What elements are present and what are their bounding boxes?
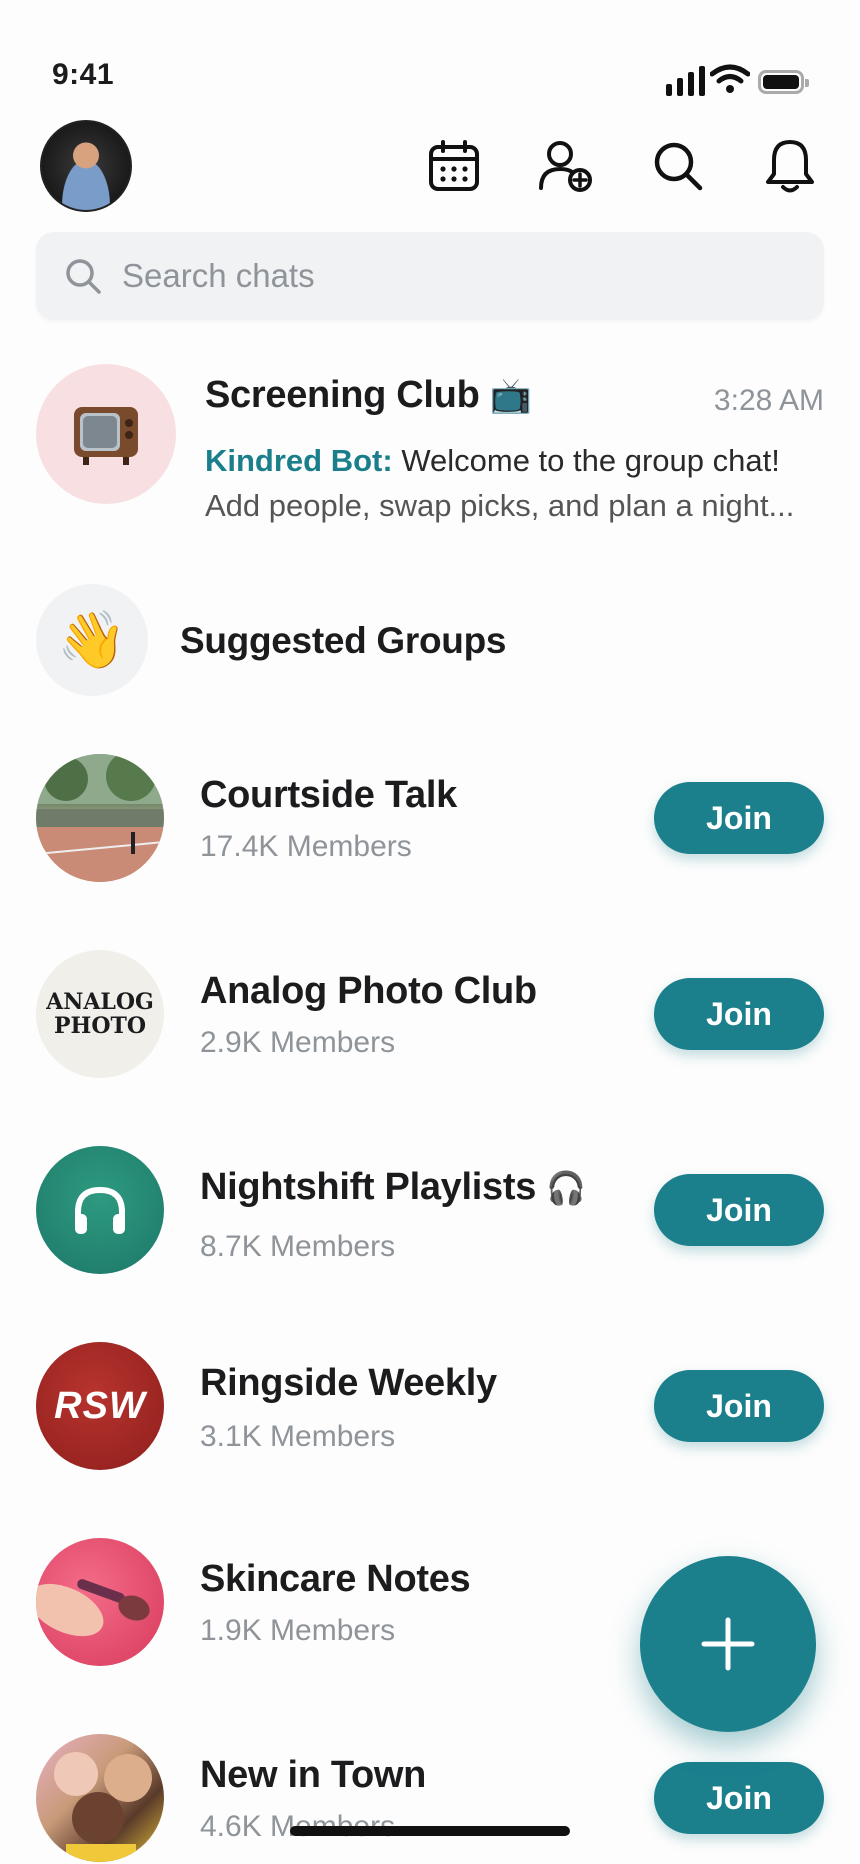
section-title: Suggested Groups xyxy=(180,620,507,661)
bell-icon[interactable] xyxy=(760,136,820,196)
group-name[interactable]: Courtside Talk xyxy=(200,774,457,817)
search-icon[interactable] xyxy=(648,136,708,196)
group-avatar-newintown[interactable] xyxy=(36,1734,164,1862)
chat-timestamp: 3:28 AM xyxy=(713,384,824,417)
group-members: 17.4K Members xyxy=(200,830,412,863)
home-indicator xyxy=(290,1826,570,1836)
add-friend-icon[interactable] xyxy=(536,136,596,196)
group-name: Nightshift Playlists xyxy=(200,1166,537,1208)
group-name[interactable]: Skincare Notes xyxy=(200,1558,471,1601)
chat-name: Screening Club xyxy=(205,374,480,416)
new-chat-button[interactable] xyxy=(640,1556,816,1732)
chat-message-line1: Welcome to the group chat! xyxy=(392,443,780,478)
join-button[interactable]: Join xyxy=(654,1370,824,1442)
chat-title[interactable]: Screening Club 📺 xyxy=(205,374,532,417)
wifi-icon xyxy=(710,64,750,93)
group-name[interactable]: Analog Photo Club xyxy=(200,970,537,1013)
profile-avatar[interactable] xyxy=(40,120,132,212)
search-bar[interactable] xyxy=(36,232,824,320)
chat-emoji: 📺 xyxy=(489,376,532,415)
join-button[interactable]: Join xyxy=(654,1762,824,1834)
search-input[interactable] xyxy=(120,256,724,296)
group-members: 3.1K Members xyxy=(200,1420,396,1453)
group-members: 8.7K Members xyxy=(200,1230,396,1263)
group-avatar-skincare[interactable] xyxy=(36,1538,164,1666)
group-name[interactable]: Ringside Weekly xyxy=(200,1362,497,1405)
group-avatar-nightshift[interactable] xyxy=(36,1146,164,1274)
chat-sender: Kindred Bot: xyxy=(205,443,393,478)
join-button[interactable]: Join xyxy=(654,978,824,1050)
plus-icon xyxy=(701,1617,755,1671)
group-avatar-courtside[interactable] xyxy=(36,754,164,882)
group-avatar-analog[interactable]: ANALOG PHOTO xyxy=(36,950,164,1078)
group-emoji: 🎧 xyxy=(546,1169,586,1206)
avatar-text: PHOTO xyxy=(53,1013,147,1039)
battery-icon xyxy=(758,70,809,94)
avatar-text: RSW xyxy=(54,1384,146,1427)
headphones-icon xyxy=(75,1186,125,1234)
group-avatar-ringside[interactable]: RSW xyxy=(36,1342,164,1470)
avatar-text: ANALOG xyxy=(46,989,154,1015)
group-members: 2.9K Members xyxy=(200,1026,396,1059)
chat-preview[interactable]: Kindred Bot: Welcome to the group chat! … xyxy=(205,438,825,528)
wave-icon: 👋 xyxy=(36,584,148,696)
group-title[interactable]: Nightshift Playlists 🎧 xyxy=(200,1166,586,1209)
join-button[interactable]: Join xyxy=(654,1174,824,1246)
signal-icon xyxy=(666,62,705,96)
calendar-icon[interactable] xyxy=(424,136,484,196)
chat-avatar[interactable] xyxy=(36,364,176,504)
status-time: 9:41 xyxy=(52,58,115,91)
group-members: 1.9K Members xyxy=(200,1614,396,1647)
search-icon xyxy=(66,259,101,294)
join-button[interactable]: Join xyxy=(654,782,824,854)
chat-message-line2: Add people, swap picks, and plan a night… xyxy=(205,488,795,523)
group-name[interactable]: New in Town xyxy=(200,1754,426,1797)
tv-icon xyxy=(74,407,138,465)
